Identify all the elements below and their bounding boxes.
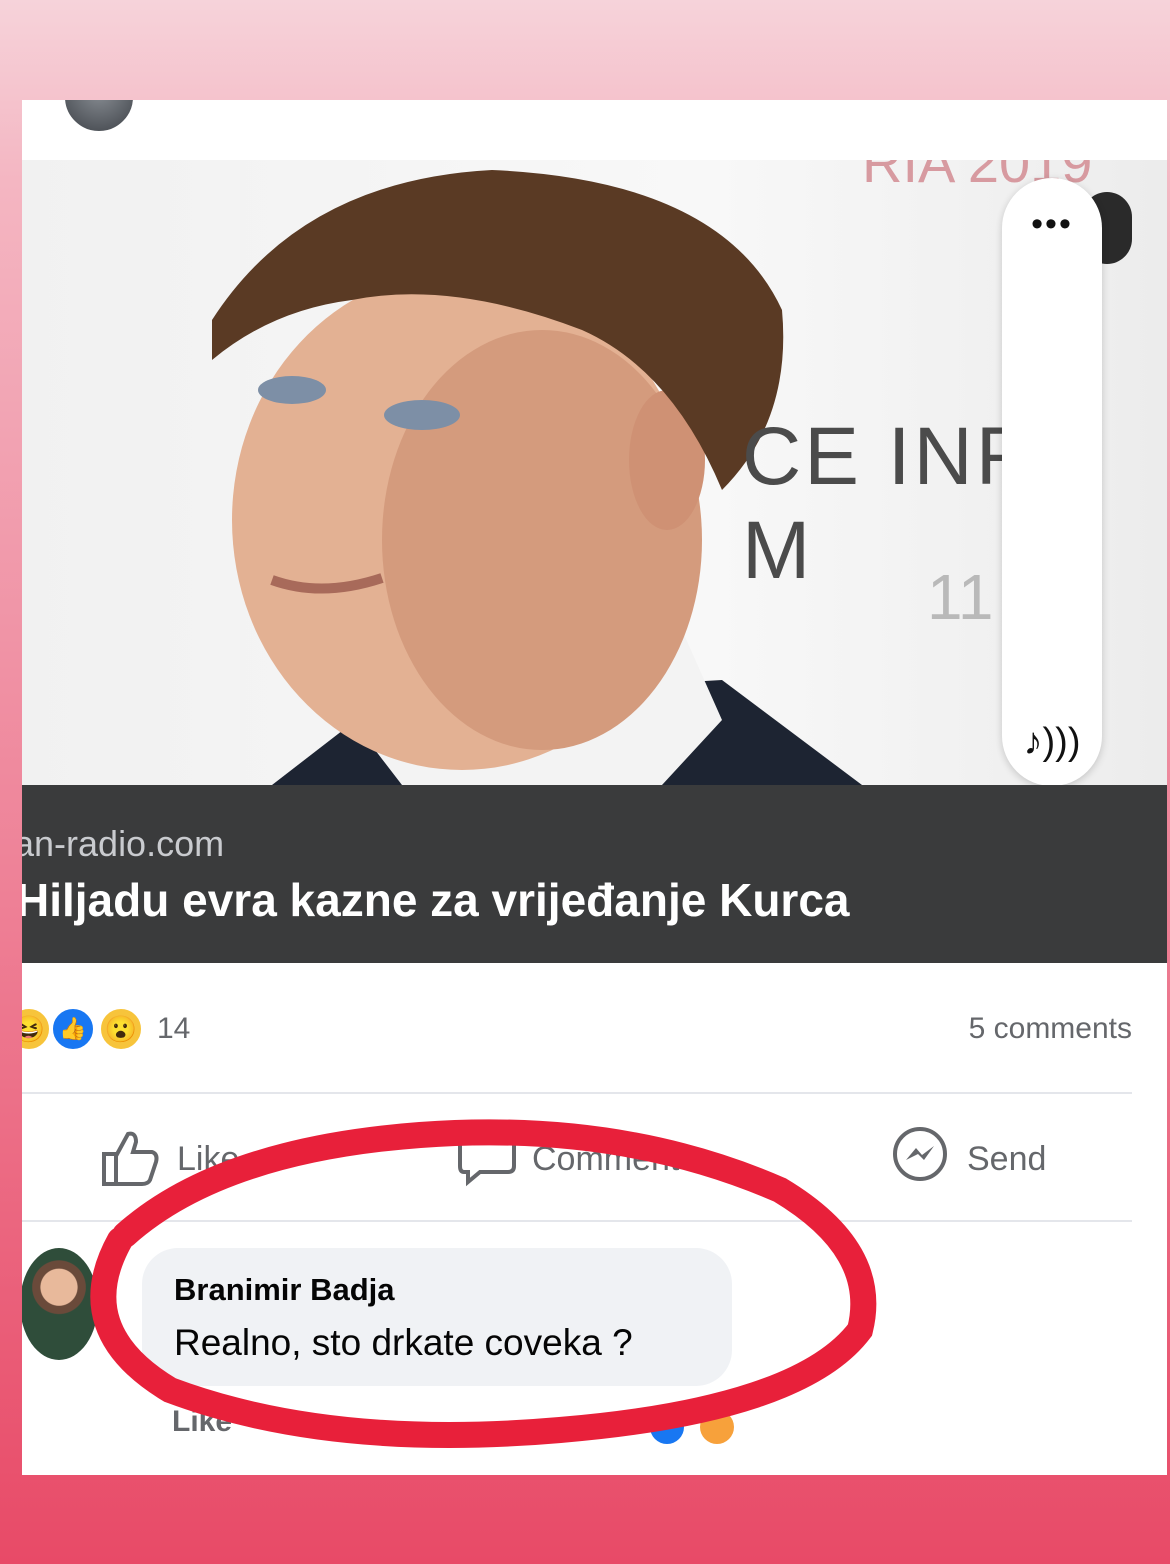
story-side-controls: ••• ♪))) xyxy=(1002,178,1102,786)
haha-reaction-icon: 😆 xyxy=(22,1006,52,1052)
speech-bubble-icon[interactable] xyxy=(456,1126,518,1199)
comment-like-button[interactable]: Like xyxy=(172,1405,232,1439)
poster-avatar[interactable] xyxy=(62,100,136,134)
divider xyxy=(22,1220,1132,1222)
reactions-summary[interactable]: 😆 👍 😮 14 5 comments xyxy=(22,1002,1132,1062)
commenter-avatar[interactable] xyxy=(22,1248,98,1360)
comments-count-link[interactable]: 5 comments xyxy=(969,1012,1132,1046)
link-headline: Hiljadu evra kazne za vrijeđanje Kurca xyxy=(22,874,850,926)
send-button[interactable]: Send xyxy=(967,1140,1046,1179)
comment-button[interactable]: Comment xyxy=(532,1140,679,1179)
post-card: RIA 2019 CE INFO M 11 uly ••• ♪))) an-ra… xyxy=(22,100,1167,1475)
post-header xyxy=(22,100,1167,160)
like-reaction-icon: 👍 xyxy=(50,1006,96,1052)
post-actions: Like Comment Send xyxy=(22,1100,1132,1210)
wow-reaction-icon: 😮 xyxy=(98,1006,144,1052)
comment-reaction-like-icon xyxy=(650,1410,684,1444)
link-preview[interactable]: an-radio.com Hiljadu evra kazne za vrije… xyxy=(22,785,1167,963)
messenger-icon[interactable] xyxy=(890,1126,950,1197)
more-dots-icon[interactable]: ••• xyxy=(1002,207,1102,241)
divider xyxy=(22,1092,1132,1094)
comment-reaction-haha-icon xyxy=(700,1410,734,1444)
like-button[interactable]: Like xyxy=(177,1140,239,1179)
comment-bubble[interactable]: Branimir Badja Realno, sto drkate coveka… xyxy=(142,1248,732,1386)
comment-text: Realno, sto drkate coveka ? xyxy=(174,1322,633,1363)
post-photo[interactable]: RIA 2019 CE INFO M 11 uly xyxy=(22,160,1167,785)
comment-author[interactable]: Branimir Badja xyxy=(174,1272,395,1308)
thumbs-up-icon[interactable] xyxy=(98,1126,160,1199)
link-domain: an-radio.com xyxy=(22,823,225,864)
reaction-count: 14 xyxy=(157,1012,191,1045)
music-note-icon[interactable]: ♪))) xyxy=(1002,721,1102,764)
